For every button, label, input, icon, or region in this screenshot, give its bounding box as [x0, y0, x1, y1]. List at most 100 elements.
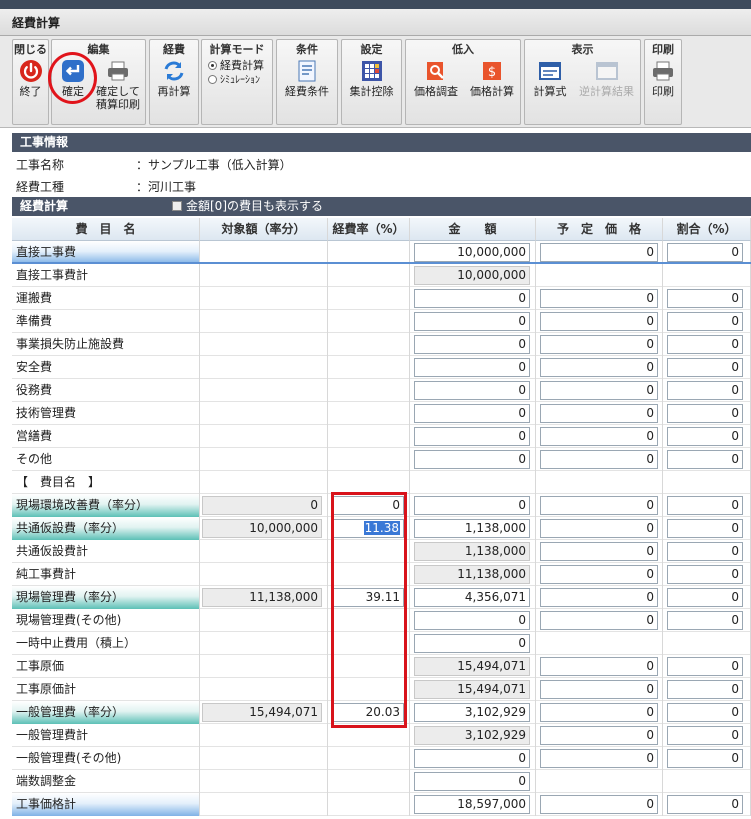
ratio-input[interactable]: 0 — [667, 519, 743, 538]
ratio-input[interactable]: 0 — [667, 565, 743, 584]
planned-price-input[interactable]: 0 — [540, 542, 658, 561]
planned-price-input[interactable]: 0 — [540, 749, 658, 768]
amount-input[interactable]: 0 — [414, 312, 530, 331]
ratio-cell: 0 — [663, 448, 751, 471]
target-amount-cell — [200, 402, 328, 425]
expense-rate-input[interactable]: 0 — [332, 496, 404, 515]
planned-price-input[interactable]: 0 — [540, 427, 658, 446]
amount-input[interactable]: 0 — [414, 335, 530, 354]
planned-price-input[interactable]: 0 — [540, 588, 658, 607]
amount-input[interactable]: 0 — [414, 772, 530, 791]
amount-input[interactable]: 0 — [414, 404, 530, 423]
print-button[interactable]: 印刷 — [645, 57, 681, 98]
ratio-input[interactable]: 0 — [667, 611, 743, 630]
planned-price-input[interactable]: 0 — [540, 703, 658, 722]
planned-price-input[interactable]: 0 — [540, 795, 658, 814]
planned-price-input[interactable]: 0 — [540, 496, 658, 515]
amount-input[interactable]: 10,000,000 — [414, 266, 530, 285]
amount-input[interactable]: 0 — [414, 749, 530, 768]
price-calc-button[interactable]: $ 価格計算 — [464, 57, 520, 98]
amount-input[interactable]: 0 — [414, 289, 530, 308]
ratio-input[interactable]: 0 — [667, 450, 743, 469]
planned-price-input[interactable]: 0 — [540, 726, 658, 745]
expense-rate-input[interactable]: 20.03 — [332, 703, 404, 722]
price-survey-icon — [427, 62, 444, 80]
amount-input[interactable]: 0 — [414, 611, 530, 630]
expense-rate-input[interactable]: 39.11 — [332, 588, 404, 607]
show-zero-toggle[interactable]: 金額[0]の費目も表示する — [172, 197, 323, 216]
amount-cell: 0 — [410, 448, 536, 471]
ratio-input[interactable]: 0 — [667, 749, 743, 768]
planned-price-input[interactable]: 0 — [540, 680, 658, 699]
planned-price-input[interactable]: 0 — [540, 289, 658, 308]
ratio-input[interactable]: 0 — [667, 657, 743, 676]
planned-price-input[interactable]: 0 — [540, 519, 658, 538]
target-amount-input[interactable]: 15,494,071 — [202, 703, 322, 722]
target-amount-input[interactable]: 11,138,000 — [202, 588, 322, 607]
exit-button[interactable]: 終了 — [13, 57, 48, 98]
planned-price-input[interactable]: 0 — [540, 404, 658, 423]
amount-input[interactable]: 4,356,071 — [414, 588, 530, 607]
planned-price-input[interactable]: 0 — [540, 335, 658, 354]
planned-price-input[interactable]: 0 — [540, 657, 658, 676]
ratio-input[interactable]: 0 — [667, 703, 743, 722]
planned-price-input[interactable]: 0 — [540, 358, 658, 377]
ratio-input[interactable]: 0 — [667, 289, 743, 308]
target-amount-input[interactable]: 10,000,000 — [202, 519, 322, 538]
aggregate-deduction-button[interactable]: 集計控除 — [342, 57, 401, 98]
amount-input[interactable]: 0 — [414, 634, 530, 653]
table-row: 現場管理費(その他) 0 0 0 — [12, 609, 751, 632]
reverse-calc-result-button[interactable]: 逆計算結果 — [573, 57, 640, 98]
row-label: 事業損失防止施設費 — [12, 333, 200, 356]
expense-rate-input[interactable]: 11.38 — [332, 519, 404, 538]
ratio-input[interactable]: 0 — [667, 726, 743, 745]
amount-input[interactable]: 15,494,071 — [414, 657, 530, 676]
target-amount-input[interactable]: 0 — [202, 496, 322, 515]
planned-price-input[interactable]: 0 — [540, 381, 658, 400]
ratio-input[interactable]: 0 — [667, 427, 743, 446]
expense-rate-cell — [328, 747, 410, 770]
ratio-input[interactable]: 0 — [667, 381, 743, 400]
planned-price-input[interactable]: 0 — [540, 565, 658, 584]
confirm-button[interactable]: 確定 — [54, 57, 92, 98]
confirm-and-print-button[interactable]: 確定して 積算印刷 — [92, 57, 144, 111]
ribbon-group-close: 閉じる 終了 — [12, 39, 49, 125]
ratio-input[interactable]: 0 — [667, 680, 743, 699]
amount-input[interactable]: 15,494,071 — [414, 680, 530, 699]
amount-input[interactable]: 1,138,000 — [414, 542, 530, 561]
mode-option-simulation[interactable]: ｼﾐｭﾚｰｼｮﾝ — [208, 71, 260, 86]
ratio-input[interactable]: 0 — [667, 795, 743, 814]
recalculate-button[interactable]: 再計算 — [150, 57, 198, 98]
ratio-input[interactable]: 0 — [667, 496, 743, 515]
amount-input[interactable]: 3,102,929 — [414, 726, 530, 745]
ratio-input[interactable]: 0 — [667, 588, 743, 607]
amount-input[interactable]: 0 — [414, 496, 530, 515]
group-title: 条件 — [296, 43, 318, 56]
row-label: 安全費 — [12, 356, 200, 379]
ratio-input[interactable]: 0 — [667, 312, 743, 331]
price-survey-button[interactable]: 価格調査 — [408, 57, 464, 98]
amount-input[interactable]: 11,138,000 — [414, 565, 530, 584]
formula-button[interactable]: 計算式 — [527, 57, 573, 98]
group-title: 閉じる — [14, 43, 47, 56]
amount-input[interactable]: 1,138,000 — [414, 519, 530, 538]
planned-price-input[interactable]: 0 — [540, 312, 658, 331]
planned-price-input[interactable]: 0 — [540, 611, 658, 630]
planned-price-input[interactable]: 0 — [540, 243, 658, 262]
ratio-input[interactable]: 0 — [667, 335, 743, 354]
expense-conditions-button[interactable]: 経費条件 — [277, 57, 337, 98]
amount-input[interactable]: 0 — [414, 358, 530, 377]
amount-input[interactable]: 0 — [414, 381, 530, 400]
amount-input[interactable]: 18,597,000 — [414, 795, 530, 814]
ratio-input[interactable]: 0 — [667, 243, 743, 262]
ratio-input[interactable]: 0 — [667, 358, 743, 377]
planned-price-input[interactable]: 0 — [540, 450, 658, 469]
checkbox-icon[interactable] — [172, 201, 182, 211]
ratio-input[interactable]: 0 — [667, 404, 743, 423]
amount-cell: 0 — [410, 333, 536, 356]
ratio-input[interactable]: 0 — [667, 542, 743, 561]
amount-input[interactable]: 0 — [414, 450, 530, 469]
amount-input[interactable]: 10,000,000 — [414, 243, 530, 262]
amount-input[interactable]: 3,102,929 — [414, 703, 530, 722]
amount-input[interactable]: 0 — [414, 427, 530, 446]
